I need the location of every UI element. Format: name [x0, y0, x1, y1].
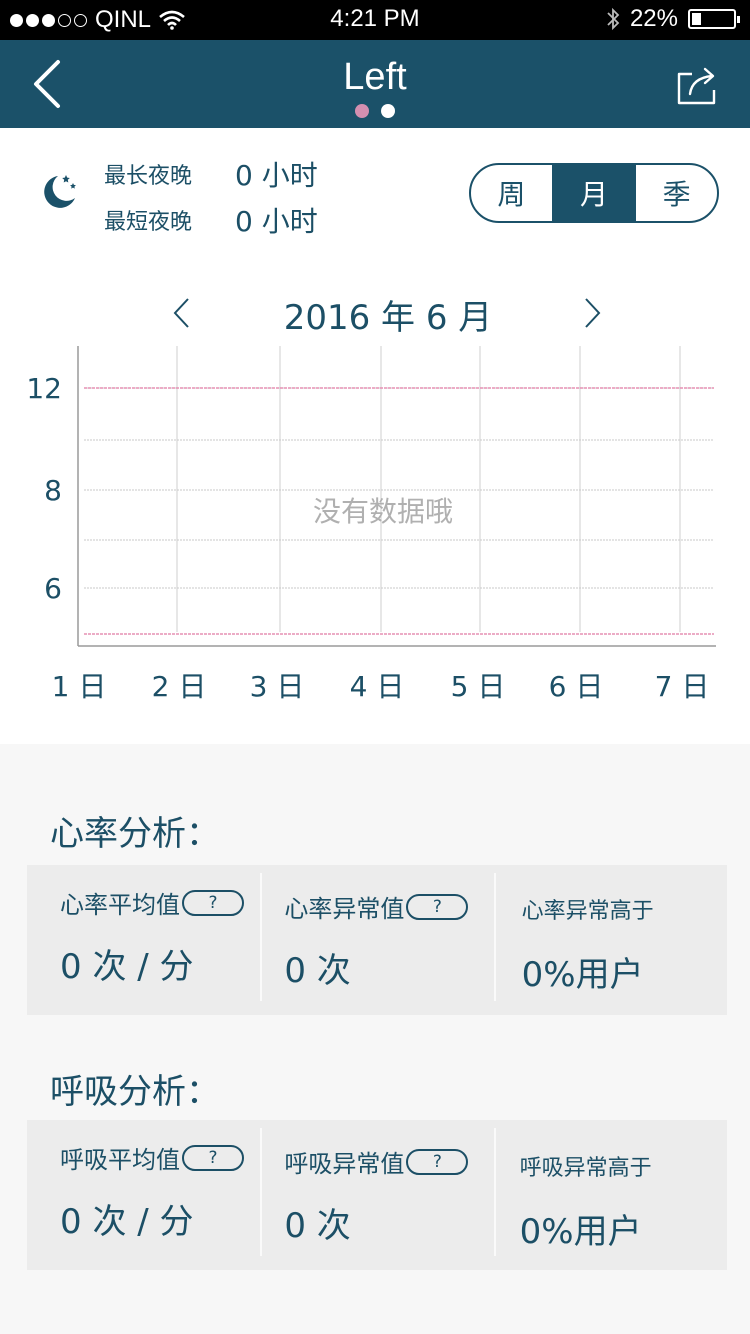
longest-night-value: 0 小时: [235, 159, 318, 192]
breath-abnormal-cell: 呼吸异常值 ? 0 次: [260, 1120, 493, 1270]
breath-abnormal-label-row: 呼吸异常值 ?: [284, 1144, 469, 1179]
breath-avg-value: 0 次 / 分: [60, 1202, 194, 1242]
chevron-right-icon[interactable]: [580, 296, 604, 330]
no-data-message: 没有数据哦: [312, 495, 453, 528]
heart-abnormal-label: 心率异常值: [284, 895, 405, 923]
heart-avg-label: 心率平均值: [60, 891, 180, 919]
shortest-night-value: 0 小时: [235, 205, 318, 238]
page-title: Left: [343, 56, 407, 98]
status-bar: QINL 4:21 PM 22%: [0, 0, 750, 40]
longest-night-label: 最长夜晚: [104, 164, 193, 189]
sleep-chart: 12 8 6 1 日2 日3 日4 日5 日6 日7 日 没有数据哦: [0, 338, 750, 718]
status-right: 22%: [606, 5, 740, 33]
share-icon[interactable]: [676, 62, 720, 106]
chart-x-tick-label: 5 日: [451, 670, 506, 703]
heart-higher-label: 心率异常高于: [521, 899, 654, 924]
page-dot: [355, 104, 369, 118]
heart-avg-label-row: 心率平均值 ?: [60, 885, 244, 920]
chart-x-tick-label: 1 日: [52, 670, 107, 703]
heart-abnormal-help-button[interactable]: ?: [406, 893, 469, 920]
sleep-summary-panel: 最长夜晚 0 小时 最短夜晚 0 小时 周月季 2016 年 6 月 12 8 6 1…: [0, 128, 750, 744]
breath-section-title: 呼吸分析：: [50, 1072, 220, 1112]
chart-y-tick-label: 12: [26, 372, 62, 405]
heart-avg-help-button[interactable]: ?: [182, 889, 244, 916]
breath-abnormal-label: 呼吸异常值: [284, 1150, 405, 1178]
breath-avg-cell: 呼吸平均值 ? 0 次 / 分: [27, 1120, 260, 1270]
month-title: 2016 年 6 月: [283, 298, 493, 338]
breath-higher-label: 呼吸异常高于: [519, 1156, 652, 1181]
heart-rate-section-title: 心率分析：: [50, 814, 220, 854]
heart-rate-stats: 心率平均值 ? 0 次 / 分 心率异常值 ? 0 次 心率异常高于 0%用户: [27, 865, 727, 1015]
breath-avg-label: 呼吸平均值: [60, 1146, 180, 1174]
battery-percent: 22%: [629, 5, 678, 32]
battery-level: [692, 13, 701, 25]
shortest-night-label: 最短夜晚: [104, 210, 193, 235]
breath-abnormal-help-button[interactable]: ?: [406, 1148, 469, 1175]
moon-stars-icon: [44, 175, 76, 208]
chart-y-tick-label: 6: [44, 572, 62, 605]
breath-abnormal-value: 0 次: [284, 1206, 351, 1246]
heart-abnormal-value: 0 次: [284, 951, 351, 991]
heart-avg-value: 0 次 / 分: [60, 947, 194, 987]
page-dot: [381, 104, 395, 118]
nav-bar: Left: [0, 40, 750, 128]
heart-abnormal-cell: 心率异常值 ? 0 次: [260, 865, 493, 1015]
chart-x-tick-label: 6 日: [549, 670, 604, 703]
heart-higher-cell: 心率异常高于 0%用户: [493, 865, 727, 1015]
breath-stats: 呼吸平均值 ? 0 次 / 分 呼吸异常值 ? 0 次 呼吸异常高于 0%用户: [27, 1120, 727, 1270]
breath-avg-label-row: 呼吸平均值 ?: [60, 1140, 244, 1175]
heart-higher-value: 0%用户: [521, 955, 644, 995]
bluetooth-icon: [607, 7, 620, 31]
chart-x-tick-label: 7 日: [655, 670, 710, 703]
period-month-button[interactable]: 月: [551, 165, 635, 221]
period-week-button[interactable]: 周: [471, 165, 552, 221]
heart-abnormal-label-row: 心率异常值 ?: [284, 889, 469, 924]
page-indicator: [0, 104, 750, 118]
period-selector: 周月季: [469, 163, 719, 223]
chart-x-tick-label: 4 日: [350, 670, 405, 703]
breath-higher-cell: 呼吸异常高于 0%用户: [493, 1120, 727, 1270]
heart-avg-cell: 心率平均值 ? 0 次 / 分: [27, 865, 260, 1015]
breath-avg-help-button[interactable]: ?: [182, 1144, 244, 1171]
battery-icon: [688, 9, 740, 29]
breath-higher-value: 0%用户: [519, 1212, 642, 1252]
period-season-button[interactable]: 季: [634, 165, 717, 221]
chart-x-tick-label: 2 日: [152, 670, 207, 703]
chart-x-tick-label: 3 日: [250, 670, 305, 703]
month-navigator: 2016 年 6 月: [0, 288, 750, 338]
